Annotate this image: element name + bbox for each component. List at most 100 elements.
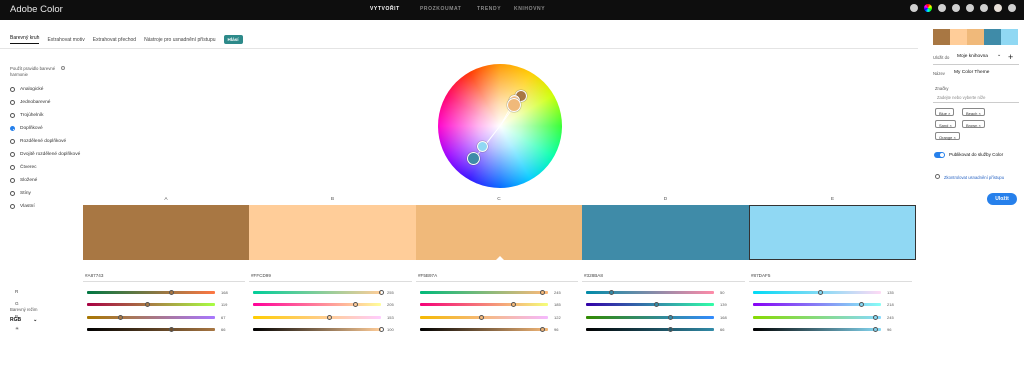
channel-value[interactable]: 153 — [387, 315, 394, 320]
wheel-handle-e[interactable] — [477, 141, 488, 152]
channel-value[interactable]: 139 — [720, 302, 727, 307]
channel-slider[interactable] — [753, 316, 881, 319]
hex-value[interactable]: #328BA8 — [584, 273, 603, 278]
slider-knob[interactable] — [327, 315, 333, 320]
tags-input[interactable]: Zadejte nebo vyberte níže — [937, 95, 985, 100]
tab-extract-gradient[interactable]: Extrahovat přechod — [93, 37, 136, 43]
name-field[interactable]: My Color Theme — [954, 70, 989, 75]
color-swatch[interactable] — [749, 205, 916, 260]
channel-slider[interactable] — [420, 303, 548, 306]
theme-swatch[interactable] — [984, 29, 1001, 45]
rule-option[interactable]: Složené — [10, 178, 37, 183]
tab-color-wheel[interactable]: Barevný kruh — [10, 35, 40, 44]
channel-value[interactable]: 168 — [221, 290, 228, 295]
avatar[interactable] — [994, 4, 1002, 12]
creative-cloud-icon[interactable] — [1008, 4, 1016, 12]
rule-option[interactable]: Vlastní — [10, 204, 35, 209]
add-library-icon[interactable]: + — [1008, 52, 1013, 62]
rule-option[interactable]: Rozdělené doplňkové — [10, 139, 66, 144]
channel-slider[interactable] — [253, 303, 381, 306]
radio-icon[interactable] — [10, 100, 15, 105]
theme-swatch[interactable] — [950, 29, 967, 45]
channel-value[interactable]: 67 — [221, 315, 225, 320]
channel-slider[interactable] — [253, 291, 381, 294]
notification-icon[interactable] — [952, 4, 960, 12]
radio-icon[interactable] — [10, 165, 15, 170]
slider-knob[interactable] — [873, 315, 879, 320]
radio-icon[interactable] — [10, 87, 15, 92]
channel-slider[interactable] — [253, 328, 381, 331]
color-mode-select[interactable]: RGB ⌄ — [10, 317, 37, 323]
color-wheel-icon[interactable] — [924, 4, 932, 12]
theme-swatch[interactable] — [967, 29, 984, 45]
slider-knob[interactable] — [667, 315, 673, 320]
slider-knob[interactable] — [818, 290, 824, 295]
channel-value[interactable]: 50 — [720, 290, 724, 295]
tag-beach[interactable]: Beach × — [962, 108, 985, 116]
wheel-handle-d[interactable] — [467, 152, 480, 165]
slider-knob[interactable] — [609, 290, 615, 295]
publish-toggle[interactable] — [934, 152, 945, 158]
channel-value[interactable]: 119 — [221, 302, 227, 307]
channel-value[interactable]: 205 — [387, 302, 394, 307]
channel-value[interactable]: 66 — [720, 327, 724, 332]
slider-knob[interactable] — [144, 302, 150, 307]
radio-icon[interactable] — [10, 126, 15, 131]
color-swatch[interactable] — [83, 205, 249, 260]
rule-option[interactable]: Stíny — [10, 191, 31, 196]
tag-blue[interactable]: Blue × — [935, 108, 955, 116]
tag-orange[interactable]: Orange × — [935, 132, 960, 140]
channel-slider[interactable] — [87, 328, 215, 331]
channel-slider[interactable] — [753, 291, 881, 294]
theme-swatch[interactable] — [1001, 29, 1018, 45]
slider-knob[interactable] — [478, 315, 484, 320]
slider-knob[interactable] — [667, 327, 673, 332]
help-icon[interactable] — [938, 4, 946, 12]
settings-icon[interactable] — [910, 4, 918, 12]
save-button[interactable]: Uložit — [987, 193, 1017, 205]
channel-slider[interactable] — [586, 303, 714, 306]
channel-value[interactable]: 185 — [554, 302, 561, 307]
radio-icon[interactable] — [10, 152, 15, 157]
hex-value[interactable]: #87DAF5 — [751, 273, 770, 278]
wheel-handle-c[interactable] — [507, 98, 521, 112]
channel-slider[interactable] — [420, 328, 548, 331]
channel-value[interactable]: 218 — [887, 302, 894, 307]
slider-knob[interactable] — [168, 290, 174, 295]
slider-knob[interactable] — [378, 327, 384, 332]
rule-option[interactable]: Dvojitě rozdělené doplňkové — [10, 152, 80, 157]
channel-slider[interactable] — [87, 303, 215, 306]
channel-slider[interactable] — [253, 316, 381, 319]
hex-value[interactable]: #A87743 — [85, 273, 103, 278]
channel-value[interactable]: 255 — [387, 290, 394, 295]
channel-value[interactable]: 245 — [887, 315, 894, 320]
rule-option[interactable]: Jednobarevné — [10, 100, 50, 105]
info-icon[interactable] — [61, 66, 65, 70]
channel-value[interactable]: 96 — [554, 327, 558, 332]
theme-swatch[interactable] — [933, 29, 950, 45]
channel-slider[interactable] — [586, 291, 714, 294]
slider-knob[interactable] — [540, 327, 546, 332]
channel-value[interactable]: 135 — [887, 290, 894, 295]
channel-slider[interactable] — [586, 316, 714, 319]
slider-knob[interactable] — [168, 327, 174, 332]
tag-sand[interactable]: Sand × — [935, 120, 956, 128]
slider-knob[interactable] — [653, 302, 659, 307]
rule-option[interactable]: Trojúhelník — [10, 113, 44, 118]
nav-create[interactable]: VYTVOŘIT — [370, 6, 420, 12]
channel-slider[interactable] — [420, 291, 548, 294]
channel-value[interactable]: 96 — [887, 327, 891, 332]
channel-value[interactable]: 245 — [554, 290, 561, 295]
slider-knob[interactable] — [859, 302, 865, 307]
chevron-down-icon[interactable]: ⌄ — [997, 53, 1001, 58]
radio-icon[interactable] — [10, 139, 15, 144]
channel-slider[interactable] — [586, 328, 714, 331]
slider-knob[interactable] — [352, 302, 358, 307]
channel-slider[interactable] — [87, 291, 215, 294]
radio-icon[interactable] — [10, 204, 15, 209]
channel-value[interactable]: 66 — [221, 327, 225, 332]
slider-knob[interactable] — [378, 290, 384, 295]
app-title[interactable]: Adobe Color — [10, 4, 63, 15]
slider-knob[interactable] — [873, 327, 879, 332]
hex-value[interactable]: #F5B97A — [418, 273, 437, 278]
